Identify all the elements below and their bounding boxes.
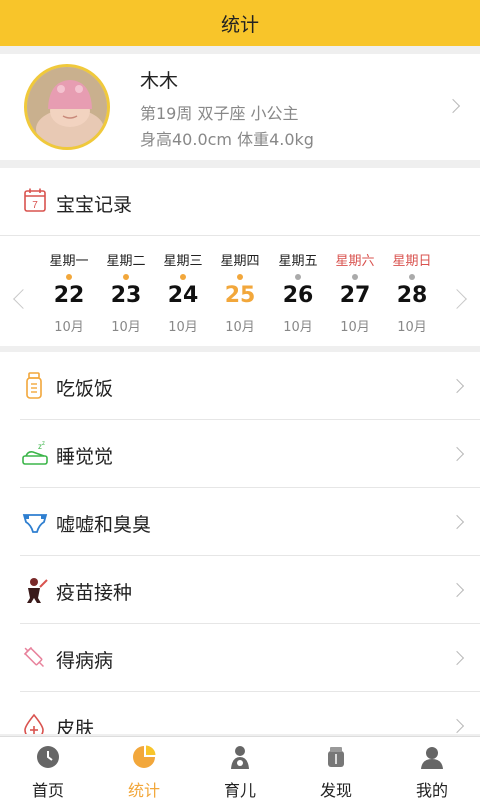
menu-item-label: 睡觉觉 — [56, 446, 114, 468]
menu-item[interactable]: 嘘嘘和臭臭 — [0, 488, 480, 556]
weekday-label: 星期一 — [49, 254, 89, 269]
chevron-right-icon — [449, 582, 465, 598]
baby-profile-card[interactable]: 木木 第19周 双子座 小公主 身高40.0cm 体重4.0kg — [0, 54, 480, 160]
month-label: 10月 — [111, 320, 141, 335]
menu-item-label: 得病病 — [56, 650, 114, 672]
week-strip: 星期一 22 10月 星期二 23 10月 星期三 24 10月 星期四 25 10月 星期五 26 10月… — [0, 236, 480, 346]
top-bar: 统计 — [0, 0, 480, 46]
baby-record-section: 7 宝宝记录 星期一 22 10月 星期二 23 10月 星期三 24 10月 星期四 25 10月星… — [0, 168, 480, 346]
day-number: 28 — [396, 283, 428, 308]
month-label: 10月 — [283, 320, 313, 335]
pie-chart-icon — [132, 745, 156, 769]
chevron-right-icon — [449, 514, 465, 530]
baby-age-info: 第19周 双子座 小公主 — [140, 104, 299, 123]
record-dot — [295, 274, 301, 280]
bottom-tab-bar: 首页 统计 育儿 发现 我的 — [0, 736, 480, 800]
day-cell[interactable]: 星期一 22 10月 — [39, 236, 99, 346]
chevron-right-icon — [449, 446, 465, 462]
weekday-label: 星期三 — [163, 254, 203, 269]
menu-item[interactable]: 皮肤 — [0, 692, 480, 734]
day-number: 27 — [339, 283, 371, 308]
tab-label: 发现 — [319, 781, 352, 800]
day-cell[interactable]: 星期四 25 10月 — [210, 236, 270, 346]
next-week-arrow-icon[interactable] — [447, 289, 467, 309]
day-number: 24 — [167, 283, 199, 308]
month-label: 10月 — [168, 320, 198, 335]
baby-photo — [27, 67, 107, 147]
day-number: 23 — [110, 283, 142, 308]
chevron-right-icon — [445, 98, 461, 114]
day-cell[interactable]: 星期五 26 10月 — [268, 236, 328, 346]
vaccine-icon — [22, 576, 48, 604]
record-dot — [409, 274, 415, 280]
day-cell[interactable]: 星期二 23 10月 — [96, 236, 156, 346]
record-dot — [123, 274, 129, 280]
discover-icon — [324, 745, 348, 769]
avatar[interactable] — [24, 64, 110, 150]
user-icon — [420, 745, 444, 769]
record-dot — [66, 274, 72, 280]
record-dot — [180, 274, 186, 280]
menu-item-label: 嘘嘘和臭臭 — [56, 514, 152, 536]
menu-item-label: 皮肤 — [56, 718, 95, 734]
menu-item-label: 疫苗接种 — [56, 582, 133, 604]
prev-week-arrow-icon[interactable] — [13, 289, 33, 309]
chevron-right-icon — [449, 378, 465, 394]
tab-label: 首页 — [31, 781, 64, 800]
bed-icon: zz — [22, 440, 48, 468]
tab-item[interactable]: 育儿 — [192, 737, 288, 800]
menu-item[interactable]: 疫苗接种 — [0, 556, 480, 624]
chevron-right-icon — [449, 718, 465, 734]
weekday-label: 星期六 — [335, 254, 375, 269]
tab-label: 我的 — [415, 781, 448, 800]
menu-item[interactable]: 吃饭饭 — [0, 352, 480, 420]
day-cell[interactable]: 星期日 28 10月 — [382, 236, 442, 346]
svg-text:z: z — [42, 441, 45, 447]
calendar-icon: 7 — [24, 188, 46, 212]
record-dot — [237, 274, 243, 280]
month-label: 10月 — [225, 320, 255, 335]
baby-name: 木木 — [140, 70, 179, 92]
month-label: 10月 — [397, 320, 427, 335]
bottle-icon — [22, 372, 46, 400]
menu-item[interactable]: z z 睡觉觉 — [0, 420, 480, 488]
month-label: 10月 — [340, 320, 370, 335]
day-number: 22 — [53, 283, 85, 308]
menu-item[interactable]: 得病病 — [0, 624, 480, 692]
tab-item[interactable]: 发现 — [288, 737, 384, 800]
svg-text:7: 7 — [32, 200, 38, 211]
mother-baby-icon — [228, 745, 252, 769]
clock-icon — [36, 745, 60, 769]
syringe-icon — [22, 644, 46, 672]
record-menu-list: 吃饭饭 z z 睡觉觉嘘嘘和臭臭疫苗接种得病病皮肤 — [0, 352, 480, 734]
weekday-label: 星期四 — [220, 254, 260, 269]
diaper-icon — [22, 508, 48, 536]
record-dot — [352, 274, 358, 280]
tab-item[interactable]: 首页 — [0, 737, 96, 800]
skin-drop-icon — [22, 712, 46, 734]
tab-label: 统计 — [127, 781, 160, 800]
record-header: 7 宝宝记录 — [0, 168, 480, 236]
menu-item-label: 吃饭饭 — [56, 378, 114, 400]
tab-label: 育儿 — [223, 781, 256, 800]
record-title: 宝宝记录 — [56, 194, 133, 216]
tab-item[interactable]: 我的 — [384, 737, 480, 800]
weekday-label: 星期五 — [278, 254, 318, 269]
day-cell[interactable]: 星期三 24 10月 — [153, 236, 213, 346]
day-cell[interactable]: 星期六 27 10月 — [325, 236, 385, 346]
tab-item[interactable]: 统计 — [96, 737, 192, 800]
day-number: 26 — [282, 283, 314, 308]
weekday-label: 星期日 — [392, 254, 432, 269]
month-label: 10月 — [54, 320, 84, 335]
weekday-label: 星期二 — [106, 254, 146, 269]
baby-measurements: 身高40.0cm 体重4.0kg — [140, 130, 314, 149]
page-title: 统计 — [220, 13, 259, 36]
day-number: 25 — [224, 283, 256, 308]
chevron-right-icon — [449, 650, 465, 666]
